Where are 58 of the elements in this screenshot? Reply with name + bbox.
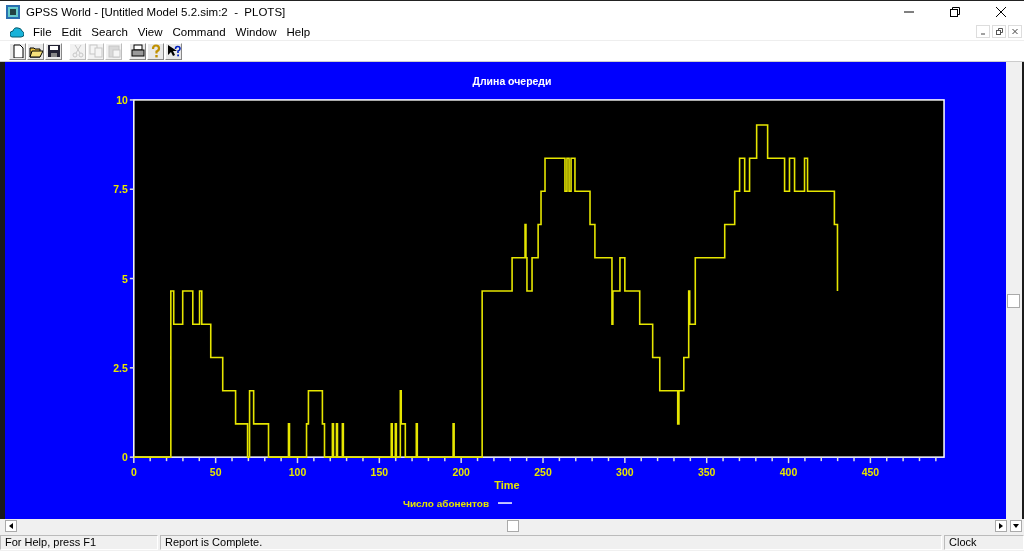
toolbar-button[interactable] [27,42,44,60]
right-arrow-icon [998,521,1004,530]
horizontal-scrollbar[interactable] [0,519,1024,532]
tick-label: 0 [130,467,137,479]
chart-title: Длина очереди [472,75,552,87]
menu-item[interactable]: Window [230,23,282,40]
clipboard-icon [106,44,121,58]
scroll-left-button[interactable] [5,519,17,532]
legend-line [497,502,513,504]
menu-item[interactable]: Edit [56,23,87,40]
restore-button[interactable] [992,25,1006,38]
vertical-scrollbar[interactable] [1006,62,1022,519]
left-arrow-icon [8,521,14,530]
tick-label: 0 [122,452,128,464]
menu-item[interactable]: Search [86,23,133,40]
menu-item[interactable]: View [132,23,168,40]
tick-label: 10 [116,94,128,106]
menu-item[interactable]: Command [167,23,231,40]
copy-icon [88,44,103,58]
status-text: Report is Complete. [160,535,942,550]
tick-label: 400 [779,467,798,479]
tick-label: 50 [209,467,222,479]
printer-icon [130,44,145,58]
toolbar-button[interactable] [165,42,182,60]
close-icon [995,6,1007,18]
tick-label: 7.5 [113,184,128,196]
tick-label: 150 [370,467,389,479]
status-text: For Help, press F1 [0,535,158,550]
pointer-help-icon [166,44,181,58]
tick-label: 200 [452,467,470,479]
tick-label: 250 [534,467,552,479]
tick-label: 5 [122,273,128,285]
scroll-thumb[interactable] [507,519,519,532]
legend-label: Число абонентов [402,498,490,510]
app-icon [6,5,20,19]
status-text: Clock [944,535,1024,550]
tick-label: 300 [616,467,634,479]
tick-label: 2.5 [113,362,128,374]
cloud-icon [10,25,24,38]
folder-icon [28,44,43,58]
new-document-icon [10,44,25,58]
restore-icon [949,6,961,18]
tick-label: 450 [861,467,880,479]
tick-label: 350 [697,467,716,479]
window-title: GPSS World - [Untitled Model 5.2.sim:2 - PLOTS] [26,6,287,18]
scroll-down-button[interactable] [1010,519,1022,532]
scroll-right-button[interactable] [995,519,1007,532]
scroll-thumb[interactable] [1007,294,1020,308]
menu-item[interactable]: Help [281,23,316,40]
axis-label: Time [494,479,520,492]
tick-label: 100 [288,467,307,479]
toolbar-button[interactable] [129,42,146,60]
scissors-icon [70,44,85,58]
menu-item[interactable]: File [28,23,57,40]
down-arrow-icon [1012,522,1020,529]
restore-icon [995,27,1003,36]
close-icon [1011,27,1019,36]
toolbar-button[interactable] [45,42,62,60]
